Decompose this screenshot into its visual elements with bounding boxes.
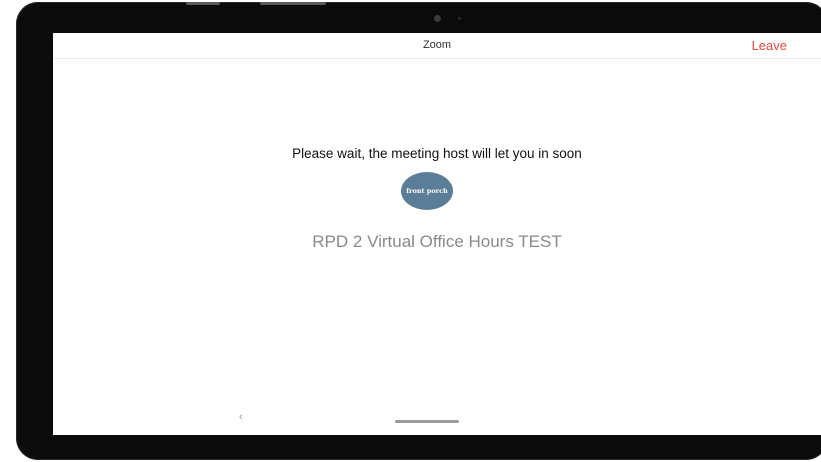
front-camera-icon bbox=[434, 15, 441, 22]
light-sensor-icon bbox=[458, 17, 461, 20]
app-screen: Zoom Leave Please wait, the meeting host… bbox=[53, 33, 821, 435]
waiting-message: Please wait, the meeting host will let y… bbox=[292, 146, 582, 161]
top-bar: Zoom Leave bbox=[53, 33, 821, 59]
power-button bbox=[260, 2, 326, 5]
host-avatar-text: front porch bbox=[406, 187, 448, 195]
home-pill-icon[interactable] bbox=[395, 420, 459, 423]
meeting-topic: RPD 2 Virtual Office Hours TEST bbox=[312, 232, 562, 251]
volume-button bbox=[186, 2, 220, 5]
back-chevron-icon[interactable]: ‹ bbox=[239, 411, 243, 423]
host-avatar: front porch bbox=[401, 172, 453, 210]
leave-button[interactable]: Leave bbox=[752, 38, 787, 53]
app-title: Zoom bbox=[422, 39, 452, 51]
